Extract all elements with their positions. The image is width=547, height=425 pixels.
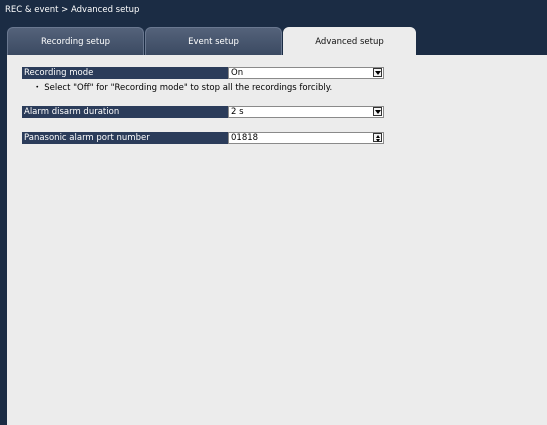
- advanced-setup-panel: Recording mode On ・ Select "Off" for "Re…: [7, 55, 547, 425]
- alarm-disarm-duration-row: Alarm disarm duration 2 s: [22, 106, 384, 118]
- tab-event-setup[interactable]: Event setup: [145, 27, 282, 55]
- tab-recording-setup[interactable]: Recording setup: [7, 27, 144, 55]
- recording-mode-note: ・ Select "Off" for "Recording mode" to s…: [33, 83, 333, 93]
- panasonic-alarm-port-value: 01818: [231, 133, 259, 143]
- alarm-disarm-duration-label: Alarm disarm duration: [22, 106, 228, 118]
- panasonic-alarm-port-label: Panasonic alarm port number: [22, 132, 228, 144]
- recording-mode-row: Recording mode On: [22, 67, 384, 79]
- chevron-down-icon[interactable]: [373, 107, 382, 116]
- recording-mode-label: Recording mode: [22, 67, 228, 79]
- chevron-down-icon[interactable]: [373, 68, 382, 77]
- tab-bar: Recording setup Event setup Advanced set…: [7, 27, 547, 55]
- recording-mode-value: On: [231, 68, 244, 78]
- recording-mode-select[interactable]: On: [228, 67, 384, 79]
- breadcrumb: REC & event > Advanced setup: [0, 0, 547, 20]
- spinner-arrows-icon[interactable]: [373, 133, 382, 142]
- tab-advanced-setup[interactable]: Advanced setup: [283, 27, 416, 55]
- alarm-disarm-duration-select[interactable]: 2 s: [228, 106, 384, 118]
- panasonic-alarm-port-row: Panasonic alarm port number 01818: [22, 132, 384, 144]
- alarm-disarm-duration-value: 2 s: [231, 107, 244, 117]
- panasonic-alarm-port-input[interactable]: 01818: [228, 132, 384, 144]
